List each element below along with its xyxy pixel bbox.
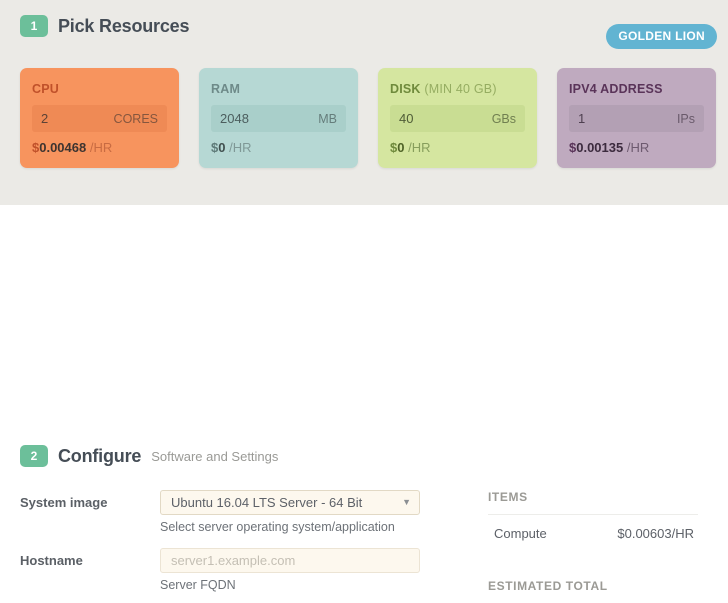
- step-2-badge: 2: [20, 445, 48, 467]
- resource-cards: CPU 2 CORES $0.00468 /HR RAM 2048 MB: [20, 68, 716, 168]
- disk-price: $0 /HR: [390, 140, 430, 155]
- ram-size-input[interactable]: 2048 MB: [211, 105, 346, 132]
- resource-card-label: RAM: [211, 82, 346, 96]
- configure-form: System image Ubuntu 16.04 LTS Server - 6…: [0, 490, 470, 603]
- pick-resources-section: 1 Pick Resources GOLDEN LION CPU 2 CORES…: [0, 0, 728, 205]
- configure-subtitle: Software and Settings: [151, 449, 278, 464]
- resource-card-disk[interactable]: DISK (MIN 40 GB) 40 GBs $0 /HR: [378, 68, 537, 168]
- hostname-hint: Server FQDN: [160, 578, 470, 592]
- cpu-cores-input[interactable]: 2 CORES: [32, 105, 167, 132]
- disk-size-input[interactable]: 40 GBs: [390, 105, 525, 132]
- plan-badge[interactable]: GOLDEN LION: [606, 24, 717, 49]
- items-heading: ITEMS: [488, 490, 698, 504]
- ipv4-price: $0.00135 /HR: [569, 140, 649, 155]
- item-row: Compute $0.00603/HR: [488, 524, 698, 543]
- system-image-label: System image: [20, 490, 160, 510]
- estimated-total-heading: ESTIMATED TOTAL: [488, 579, 698, 593]
- resource-card-label: IPV4 ADDRESS: [569, 82, 704, 96]
- page-title: Pick Resources: [58, 16, 189, 37]
- configure-section: 2 Configure Software and Settings System…: [0, 205, 728, 603]
- estimated-total-block: ESTIMATED TOTAL ORIGINAL PRICE $8.85 /MO…: [488, 579, 698, 603]
- step-1-badge: 1: [20, 15, 48, 37]
- configure-body: System image Ubuntu 16.04 LTS Server - 6…: [0, 490, 728, 603]
- resource-card-cpu[interactable]: CPU 2 CORES $0.00468 /HR: [20, 68, 179, 168]
- resource-card-ram[interactable]: RAM 2048 MB $0 /HR: [199, 68, 358, 168]
- system-image-select[interactable]: Ubuntu 16.04 LTS Server - 64 Bit ▼: [160, 490, 420, 515]
- form-row-hostname: Hostname Server FQDN: [20, 548, 470, 592]
- ipv4-count-input[interactable]: 1 IPs: [569, 105, 704, 132]
- system-image-value: Ubuntu 16.04 LTS Server - 64 Bit: [171, 495, 362, 510]
- configure-title: Configure: [58, 446, 141, 467]
- system-image-hint: Select server operating system/applicati…: [160, 520, 470, 534]
- hostname-label: Hostname: [20, 548, 160, 568]
- form-row-system-image: System image Ubuntu 16.04 LTS Server - 6…: [20, 490, 470, 534]
- hostname-input[interactable]: [160, 548, 420, 573]
- chevron-down-icon: ▼: [402, 498, 411, 507]
- pick-resources-header: 1 Pick Resources: [20, 15, 189, 37]
- items-table: Compute $0.00603/HR: [488, 514, 698, 543]
- order-summary: ITEMS Compute $0.00603/HR ESTIMATED TOTA…: [470, 490, 708, 603]
- cpu-price: $0.00468 /HR: [32, 140, 112, 155]
- item-name: Compute: [494, 526, 547, 541]
- resource-card-label: CPU: [32, 82, 167, 96]
- item-price: $0.00603/HR: [617, 526, 694, 541]
- resource-card-ipv4[interactable]: IPV4 ADDRESS 1 IPs $0.00135 /HR: [557, 68, 716, 168]
- resource-card-label: DISK (MIN 40 GB): [390, 82, 525, 96]
- ram-price: $0 /HR: [211, 140, 251, 155]
- configure-header: 2 Configure Software and Settings: [20, 445, 278, 467]
